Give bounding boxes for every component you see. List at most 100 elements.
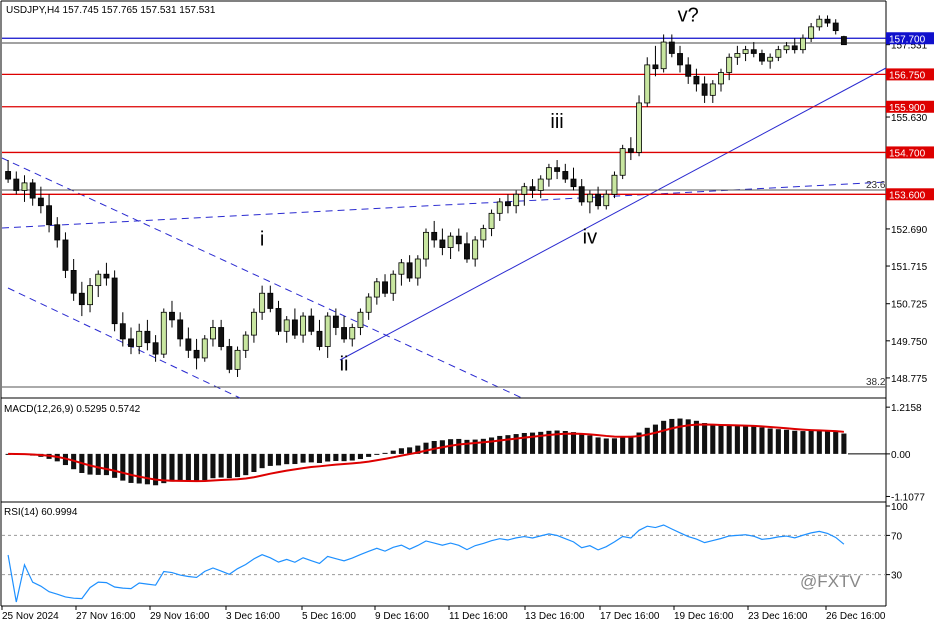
wave-label-4: v? (678, 4, 699, 26)
macd-bar-34 (284, 453, 290, 465)
price-tick-label-9: 148.775 (891, 374, 928, 385)
candle-body-87 (718, 72, 724, 85)
candle-body-101 (832, 22, 839, 32)
macd-bar-45 (374, 453, 380, 455)
candle-body-66 (545, 167, 552, 180)
level-badge-text-0: 157.700 (889, 34, 926, 45)
candle-body-39 (324, 315, 331, 347)
price-tick-label-2: 155.630 (891, 113, 928, 124)
macd-bar-36 (300, 453, 306, 463)
candle-body-50 (414, 258, 421, 279)
candle-body-83 (685, 64, 692, 77)
candle-body-6 (54, 224, 61, 241)
candle-body-102 (840, 36, 847, 46)
time-tick-label-7: 13 Dec 16:00 (525, 611, 585, 622)
macd-bar-74 (611, 438, 618, 454)
candle-body-35 (291, 319, 298, 336)
macd-bar-70 (579, 434, 585, 454)
candle-body-71 (586, 193, 593, 203)
candle-body-9 (78, 292, 85, 306)
time-tick-label-11: 26 Dec 16:00 (826, 611, 886, 622)
macd-bar-27 (226, 453, 232, 479)
candle-body-97 (799, 37, 806, 51)
wave-label-0: i (260, 229, 264, 251)
rsi-tick-label-0: 100 (891, 502, 908, 513)
macd-bar-93 (767, 428, 773, 454)
wave-label-2: iii (550, 111, 563, 133)
candle-body-70 (578, 186, 585, 203)
candle-body-3 (29, 182, 36, 199)
candle-body-82 (677, 53, 683, 66)
candle-body-44 (365, 296, 372, 313)
candle-body-30 (250, 311, 257, 336)
macd-bar-79 (652, 424, 658, 454)
candle-body-95 (783, 45, 790, 51)
rsi-title: RSI(14) 60.9994 (4, 507, 78, 518)
time-tick-label-2: 29 Nov 16:00 (150, 611, 210, 622)
candle-body-65 (537, 178, 544, 191)
price-tick-label-6: 151.715 (891, 262, 928, 273)
macd-bar-51 (423, 442, 429, 454)
macd-tick-label-0: 1.2158 (891, 403, 922, 414)
candle-body-85 (701, 83, 708, 96)
macd-bar-88 (726, 425, 732, 454)
candle-body-14 (119, 323, 126, 340)
candle-body-49 (406, 262, 413, 279)
macd-bar-87 (718, 425, 724, 454)
candle-body-62 (513, 193, 520, 207)
macd-bar-16 (136, 453, 142, 484)
macd-bar-40 (333, 453, 339, 461)
macd-bar-61 (505, 435, 511, 454)
chart-root: iiiiiiivv? 157.531156.805155.630154.6551… (0, 0, 936, 624)
macd-bar-52 (431, 440, 437, 454)
level-badge-text-4: 153.600 (889, 190, 926, 201)
macd-bar-60 (497, 435, 503, 454)
macd-bar-96 (792, 430, 798, 454)
macd-bar-13 (112, 453, 118, 478)
macd-bar-26 (218, 453, 224, 478)
macd-bar-41 (341, 453, 347, 462)
time-tick-label-1: 27 Nov 16:00 (76, 611, 136, 622)
macd-bar-92 (759, 427, 765, 454)
candle-body-91 (750, 49, 757, 54)
candle-body-37 (308, 315, 315, 332)
candle-body-84 (693, 75, 700, 85)
price-tick-label-8: 149.750 (891, 337, 928, 348)
candle-body-8 (70, 270, 77, 294)
candle-body-48 (398, 262, 405, 275)
candle-body-93 (767, 56, 774, 62)
candle-body-31 (259, 292, 266, 313)
level-badge-text-2: 155.900 (889, 103, 926, 114)
candle-body-78 (644, 64, 651, 104)
candle-body-27 (226, 346, 233, 370)
macd-bar-14 (120, 453, 126, 481)
macd-bar-90 (743, 425, 749, 454)
candle-body-2 (21, 182, 28, 191)
candle-body-5 (46, 205, 53, 226)
macd-bar-72 (595, 437, 601, 454)
time-tick-label-9: 19 Dec 16:00 (674, 611, 734, 622)
candle-body-88 (726, 56, 733, 73)
candle-body-28 (234, 349, 241, 370)
macd-bar-82 (677, 418, 683, 454)
candle-body-96 (791, 45, 798, 51)
macd-bar-44 (366, 453, 372, 457)
macd-bar-30 (251, 453, 257, 472)
candle-body-46 (382, 281, 388, 294)
candle-body-56 (464, 243, 470, 260)
candle-body-72 (595, 193, 602, 207)
candle-body-63 (521, 186, 528, 195)
candle-body-92 (759, 53, 765, 62)
candle-body-79 (652, 64, 659, 70)
macd-bar-85 (702, 423, 708, 454)
candle-body-58 (480, 228, 487, 241)
watermark: @FXTV (800, 572, 861, 591)
macd-bar-97 (800, 431, 806, 454)
candle-body-57 (472, 239, 479, 260)
macd-bar-21 (177, 453, 183, 482)
candle-body-75 (619, 148, 626, 176)
time-tick-label-0: 25 Nov 2024 (2, 611, 59, 622)
macd-bar-15 (128, 453, 134, 483)
macd-bar-59 (489, 437, 495, 454)
candle-body-42 (349, 327, 356, 340)
